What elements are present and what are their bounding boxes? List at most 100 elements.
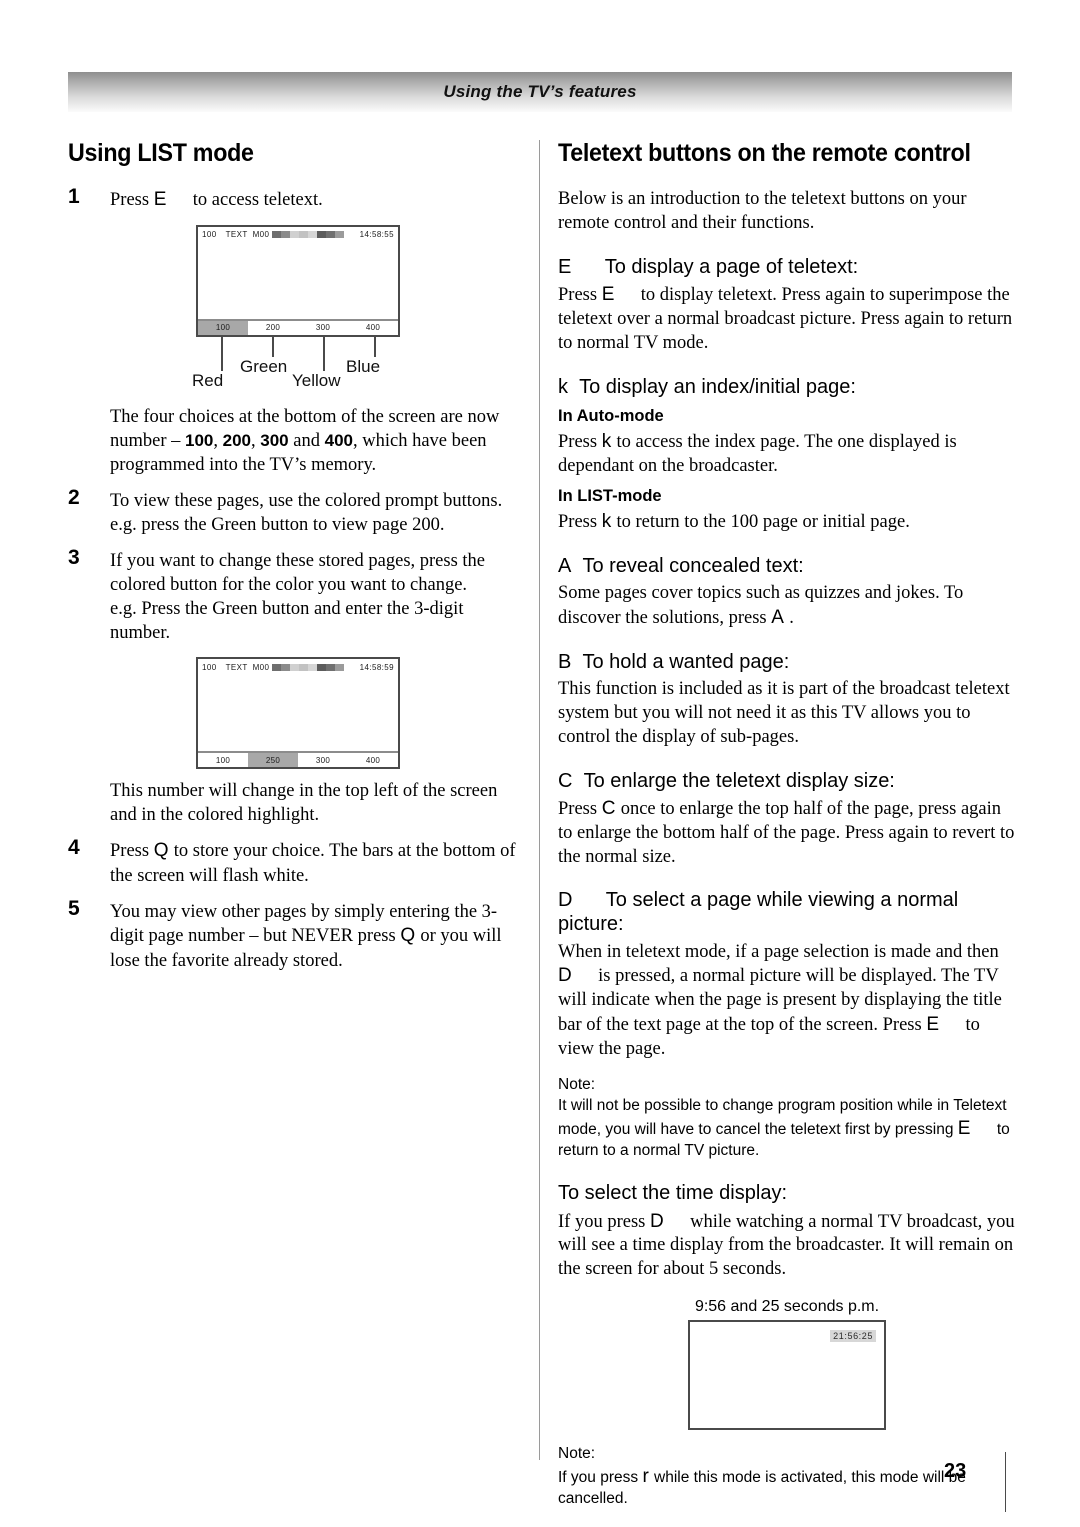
remote-key-r-icon: r bbox=[642, 1466, 649, 1488]
fn-time-pre: If you press bbox=[558, 1211, 650, 1232]
fn-k-auto-post: to access the index page. The one displa… bbox=[558, 432, 957, 477]
remote-key-d-icon-body: D bbox=[558, 965, 572, 987]
tv2-page-number: 100 bbox=[202, 662, 217, 672]
step-5: 5 You may view other pages by simply ent… bbox=[68, 898, 528, 973]
step-4: 4 Press Qto store your choice. The bars … bbox=[68, 836, 528, 888]
function-heading-time-display: To select the time display: bbox=[558, 1181, 787, 1204]
tv2-text-label: TEXT bbox=[225, 662, 248, 672]
function-title-k: To display an index/initial page: bbox=[579, 375, 856, 398]
step-1-text-pre: Press bbox=[110, 190, 154, 211]
status-block-2 bbox=[281, 231, 291, 239]
remote-key-e-icon-note: E bbox=[957, 1118, 971, 1140]
step-1-body: Press Eto access teletext. bbox=[110, 188, 528, 213]
page-number-400: 400 bbox=[324, 430, 353, 450]
page-bar-cell-250: 250 bbox=[248, 753, 298, 768]
step-2-number: 2 bbox=[68, 486, 80, 510]
tv2-page-bar: 100 250 300 400 bbox=[198, 751, 398, 768]
step-2-line-2: e.g. press the Green button to view page… bbox=[110, 515, 445, 536]
status-block-8 bbox=[335, 663, 345, 671]
paragraph-after-figure-1: The four choices at the bottom of the sc… bbox=[110, 405, 528, 477]
tv2-clock: 14:58:59 bbox=[359, 662, 394, 672]
fn-a-pre: Some pages cover topics such as quizzes … bbox=[558, 583, 964, 628]
figure-teletext-screen-1: 100 TEXT M00 14:58:55 100 200 300 400 Red Gr… bbox=[68, 224, 528, 395]
para1-sep2: , bbox=[251, 430, 261, 451]
tv-screen-time: 21:56:25 bbox=[688, 1319, 886, 1430]
page-number-300: 300 bbox=[260, 430, 289, 450]
status-block-6 bbox=[317, 663, 327, 671]
status-block-8 bbox=[335, 231, 345, 239]
step-4-body: Press Qto store your choice. The bars at… bbox=[110, 839, 528, 888]
tv1-status-blocks bbox=[272, 231, 345, 239]
page-bar-cell-400: 400 bbox=[365, 755, 381, 765]
remote-key-q-icon: Q bbox=[153, 840, 169, 862]
tv2-status-bar: 100 TEXT M00 14:58:59 bbox=[198, 659, 398, 675]
step-2: 2 To view these pages, use the colored p… bbox=[68, 486, 528, 537]
left-section-heading: Using LIST mode bbox=[68, 139, 254, 167]
fn-k-auto-pre: Press bbox=[558, 432, 602, 453]
function-heading-d: D To select a page while viewing a normal… bbox=[558, 889, 1016, 936]
status-block-1 bbox=[272, 663, 282, 671]
step-1-number: 1 bbox=[68, 185, 80, 209]
fn-e-pre: Press bbox=[558, 285, 602, 306]
tv-screen-2: 100 TEXT M00 14:58:59 100 250 300 400 bbox=[196, 657, 400, 770]
remote-key-e-icon: E bbox=[153, 189, 167, 211]
remote-key-d-icon-time: D bbox=[649, 1210, 664, 1232]
remote-key-k-icon-list: k bbox=[601, 510, 612, 532]
step-1: 1 Press Eto access teletext. bbox=[68, 185, 528, 213]
callout-label-red: Red bbox=[192, 370, 224, 390]
function-body-time-display: If you press Dwhile watching a normal TV… bbox=[558, 1210, 1016, 1282]
status-block-3 bbox=[290, 231, 300, 239]
remote-key-e-icon-body: E bbox=[601, 284, 615, 306]
callout-leader-green bbox=[272, 336, 274, 357]
step-3-body: If you want to change these stored pages… bbox=[110, 549, 528, 645]
column-divider bbox=[539, 140, 540, 1460]
para1-sep1: , bbox=[213, 430, 223, 451]
figure-time-display: 9:56 and 25 seconds p.m. 21:56:25 bbox=[558, 1298, 1016, 1430]
tv1-clock: 14:58:55 bbox=[359, 230, 394, 240]
tv1-mode-label: M00 bbox=[252, 230, 270, 240]
step-3: 3 If you want to change these stored pag… bbox=[68, 547, 528, 645]
function-heading-c: C To enlarge the teletext display size: bbox=[558, 770, 1016, 794]
step-3-line-1: If you want to change these stored pages… bbox=[110, 551, 486, 572]
subheading-list-mode: In LIST-mode bbox=[558, 486, 662, 505]
function-body-c: Press Conce to enlarge the top half of t… bbox=[558, 797, 1016, 869]
function-heading-b: B To hold a wanted page: bbox=[558, 651, 1016, 675]
function-title-c: To enlarge the teletext display size: bbox=[583, 769, 895, 792]
page-bar-cell-200: 200 bbox=[265, 323, 281, 333]
status-block-4 bbox=[299, 231, 309, 239]
page-number: 23 bbox=[944, 1460, 967, 1482]
status-block-5 bbox=[308, 663, 318, 671]
step-3-line-3: e.g. Press the Green button and enter th… bbox=[110, 599, 464, 644]
step-2-body: To view these pages, use the colored pro… bbox=[110, 489, 528, 537]
fn-a-post: . bbox=[789, 607, 794, 628]
page-header-band: Using the TV’s features bbox=[68, 72, 1012, 112]
callout-label-green: Green bbox=[240, 356, 288, 376]
remote-key-d-icon-head: D bbox=[558, 889, 573, 912]
callout-leader-blue bbox=[374, 336, 376, 357]
fn-k-list-pre: Press bbox=[558, 511, 602, 532]
note-1-label: Note: bbox=[558, 1076, 596, 1094]
fn-c-post: once to enlarge the top half of the page… bbox=[558, 799, 1015, 867]
function-heading-a: A To reveal concealed text: bbox=[558, 555, 1016, 579]
status-block-7 bbox=[326, 231, 336, 239]
step-2-line-1: To view these pages, use the colored pro… bbox=[110, 491, 503, 512]
page-bar-cell-100: 100 bbox=[215, 755, 231, 765]
step-4-number: 4 bbox=[68, 836, 80, 860]
function-body-k-list: Press k to return to the 100 page or init… bbox=[558, 510, 1016, 535]
remote-key-c-icon-body: C bbox=[601, 798, 616, 820]
note-2-seg1: If you press bbox=[558, 1469, 643, 1487]
tv1-page-bar: 100 200 300 400 bbox=[198, 318, 398, 335]
page-bar-cell-100: 100 bbox=[198, 320, 248, 335]
remote-key-a-icon-head: A bbox=[558, 554, 572, 577]
figure1-callouts: Red Green Yellow Blue bbox=[192, 336, 400, 395]
page-bar-cell-400: 400 bbox=[365, 323, 381, 333]
tv2-mode-label: M00 bbox=[252, 662, 270, 672]
callout-leader-yellow bbox=[323, 336, 325, 371]
paragraph-after-figure-2: This number will change in the top left … bbox=[110, 781, 498, 826]
function-body-b: This function is included as it is part … bbox=[558, 679, 1010, 747]
status-block-4 bbox=[299, 663, 309, 671]
para1-sep3: and bbox=[288, 430, 325, 451]
remote-key-e-icon-head: E bbox=[558, 255, 572, 278]
function-title-e: To display a page of teletext: bbox=[604, 255, 859, 278]
page-number-100: 100 bbox=[185, 430, 214, 450]
